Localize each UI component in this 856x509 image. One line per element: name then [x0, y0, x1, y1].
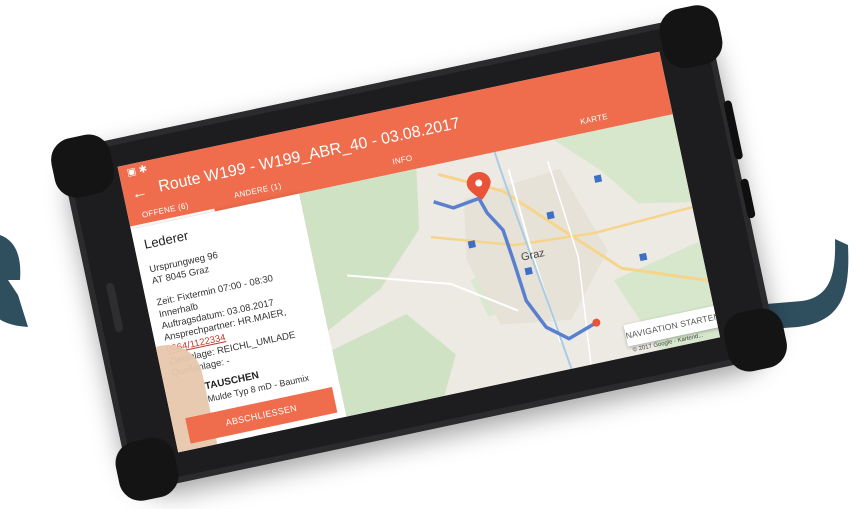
back-arrow-icon[interactable]: ←	[130, 183, 149, 204]
tab-karte[interactable]: KARTE	[579, 112, 608, 127]
side-button	[723, 99, 744, 161]
status-icons: ▣ ✱	[125, 163, 149, 179]
rugged-tablet: ▣ ✱ ← Route W199 - W199_ABR_40 - 03.08.2…	[46, 1, 792, 505]
corner-bumper	[111, 433, 183, 505]
corner-bumper	[655, 1, 727, 73]
tablet-screen: ▣ ✱ ← Route W199 - W199_ABR_40 - 03.08.2…	[117, 51, 721, 453]
product-scene: ▣ ✱ ← Route W199 - W199_ABR_40 - 03.08.2…	[0, 0, 856, 509]
customer-name: Lederer	[142, 227, 190, 252]
tab-andere[interactable]: ANDERE (1)	[233, 181, 282, 200]
corner-bumper	[46, 130, 119, 202]
left-pointer-arrow-icon	[0, 235, 28, 327]
side-button	[739, 178, 756, 219]
tab-info[interactable]: INFO	[392, 153, 414, 166]
speaker-grille	[105, 282, 124, 333]
